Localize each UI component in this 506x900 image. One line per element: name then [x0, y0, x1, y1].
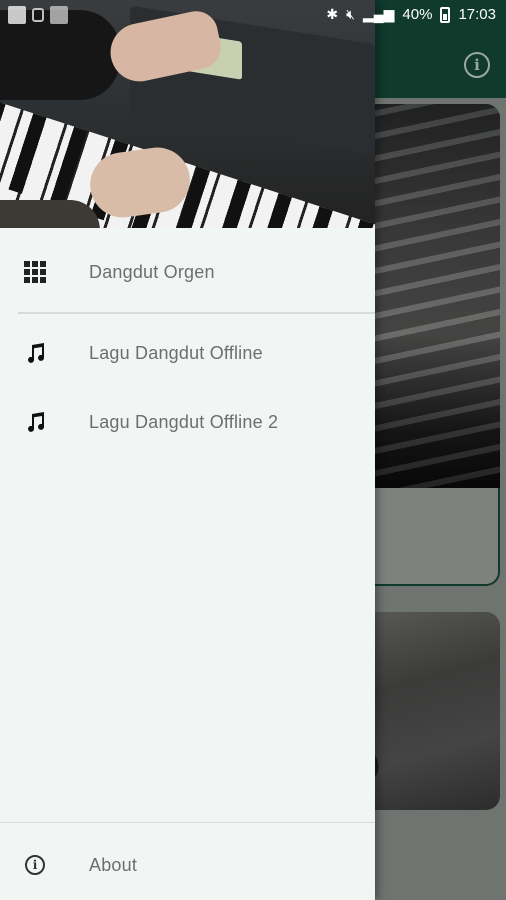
music-note-icon [22, 409, 48, 435]
clock: 17:03 [458, 6, 496, 23]
grid-icon [22, 259, 48, 285]
drawer-scrim[interactable] [375, 98, 506, 900]
signal-icon: ▂▄▆ [362, 6, 395, 22]
drawer-header-image [0, 0, 375, 228]
mute-icon: 🔇︎ [346, 6, 355, 22]
battery-percent: 40% [402, 6, 433, 23]
battery-icon [440, 6, 451, 23]
notification-icons [8, 6, 68, 24]
footer-divider [0, 822, 375, 823]
menu-item-lagu-dangdut-offline-2[interactable]: Lagu Dangdut Offline 2 [0, 391, 375, 453]
lock-icon [32, 8, 44, 22]
menu-item-label: Dangdut Orgen [89, 261, 215, 282]
music-note-icon [22, 340, 48, 366]
menu-item-label: Lagu Dangdut Offline 2 [89, 411, 279, 432]
menu-item-about[interactable]: i About [0, 834, 375, 896]
menu-item-dangdut-orgen[interactable]: Dangdut Orgen [0, 241, 375, 303]
system-icons: ✱ 🔇︎ ▂▄▆ 40% 17:03 [326, 6, 496, 23]
menu-item-lagu-dangdut-offline[interactable]: Lagu Dangdut Offline [0, 322, 375, 384]
info-icon[interactable]: i [464, 52, 490, 78]
menu-item-label: About [89, 854, 138, 875]
divider [18, 312, 375, 314]
bluetooth-icon: ✱ [326, 6, 339, 22]
status-bar: ✱ 🔇︎ ▂▄▆ 40% 17:03 [0, 0, 506, 32]
navigation-drawer: Dangdut Orgen Lagu Dangdut Offline Lagu … [0, 0, 375, 900]
app-notification-icon [8, 6, 26, 24]
menu-item-label: Lagu Dangdut Offline [89, 342, 263, 363]
gift-icon [50, 6, 68, 24]
sleeve [0, 200, 100, 228]
info-icon: i [22, 852, 48, 878]
